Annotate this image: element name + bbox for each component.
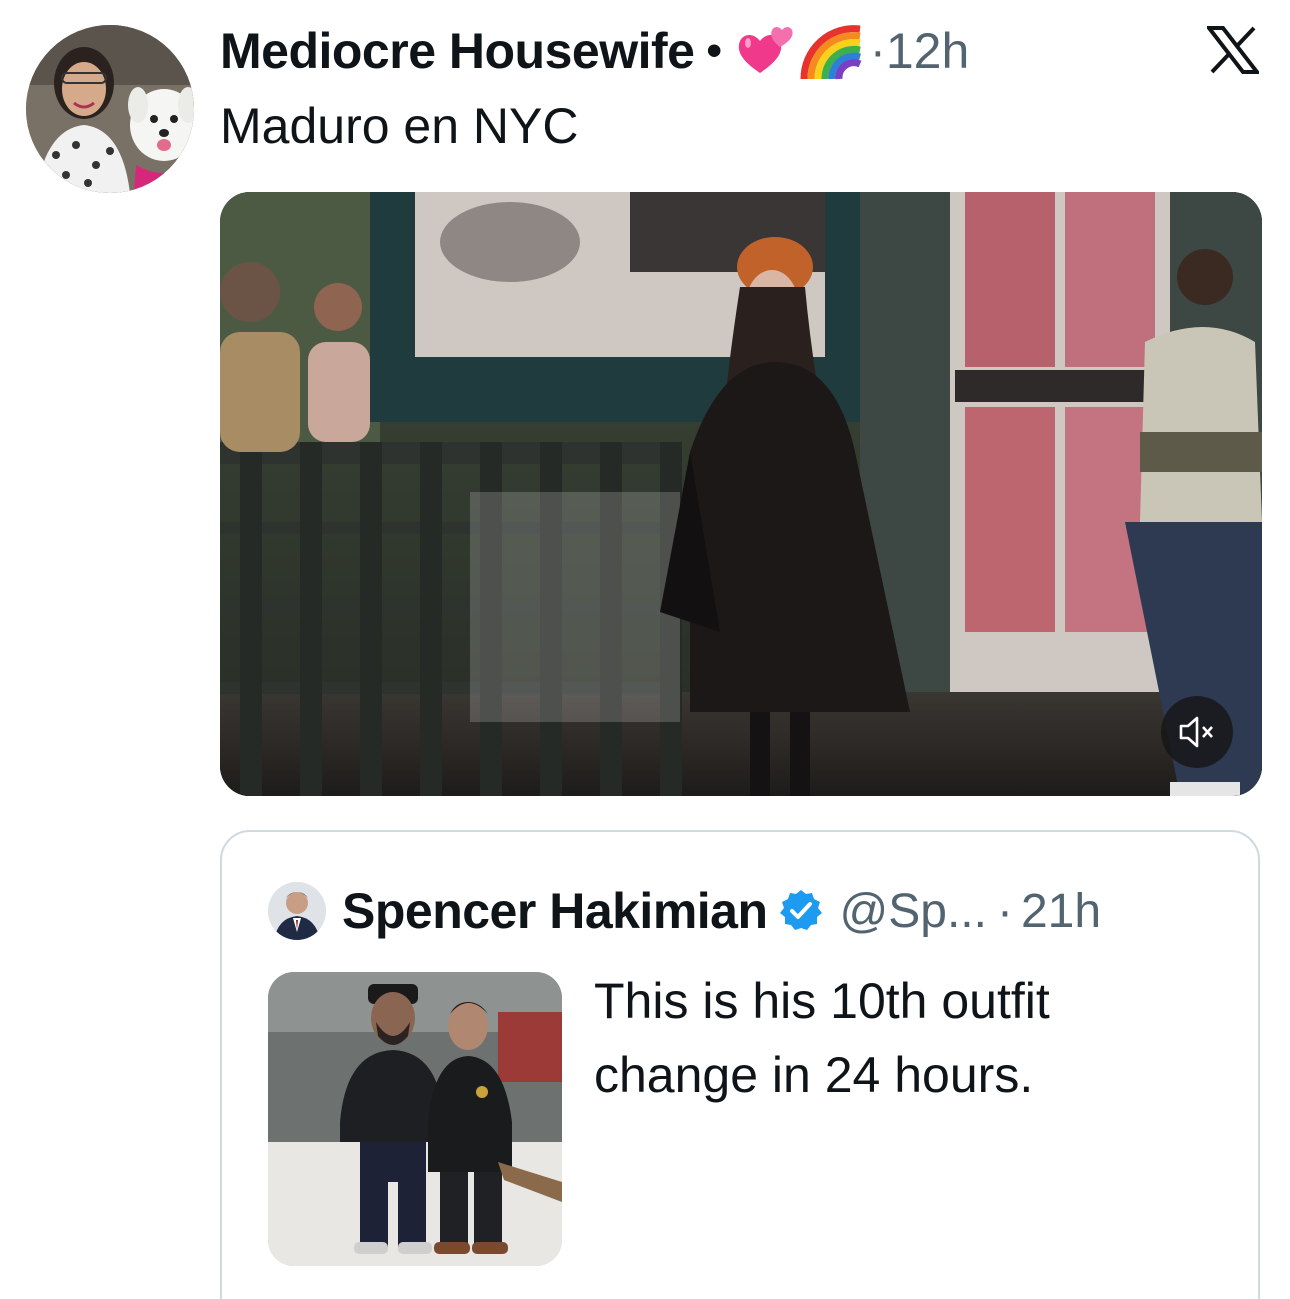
quoted-post[interactable]: Spencer Hakimian @Sp... · 21h This is hi…: [220, 830, 1260, 1299]
quoted-time-separator: ·: [996, 884, 1013, 938]
quoted-post-image[interactable]: [268, 972, 562, 1266]
quoted-avatar-photo: [268, 882, 326, 940]
name-separator: •: [706, 26, 722, 75]
author-avatar[interactable]: [26, 25, 194, 193]
rainbow-icon: [798, 19, 862, 83]
quoted-author-name[interactable]: Spencer Hakimian: [342, 882, 768, 940]
verified-badge-icon: [778, 888, 824, 934]
quoted-photo: [268, 972, 562, 1266]
x-logo-icon: [1204, 26, 1262, 74]
avatar-photo: [26, 25, 194, 193]
author-name[interactable]: Mediocre Housewife: [220, 22, 695, 80]
quoted-author-handle[interactable]: @Sp...: [840, 884, 987, 939]
speaker-muted-icon: [1179, 716, 1213, 748]
post-time[interactable]: 12h: [886, 22, 969, 80]
quoted-author-avatar[interactable]: [268, 882, 326, 940]
quoted-post-text: This is his 10th outfit change in 24 hou…: [594, 973, 1050, 1103]
post-video[interactable]: [220, 192, 1262, 796]
quoted-post-time[interactable]: 21h: [1021, 884, 1101, 939]
video-frame: [220, 192, 1262, 796]
mute-toggle-button[interactable]: [1161, 696, 1233, 768]
time-separator: ·: [869, 24, 886, 78]
post-header: Mediocre Housewife • · 12h: [220, 16, 969, 86]
two-hearts-icon: [734, 19, 798, 83]
tweet[interactable]: Mediocre Housewife • · 12h Maduro en NYC…: [0, 0, 1290, 1299]
quoted-post-header: Spencer Hakimian @Sp... · 21h: [342, 876, 1101, 946]
post-text: Maduro en NYC: [220, 98, 579, 154]
